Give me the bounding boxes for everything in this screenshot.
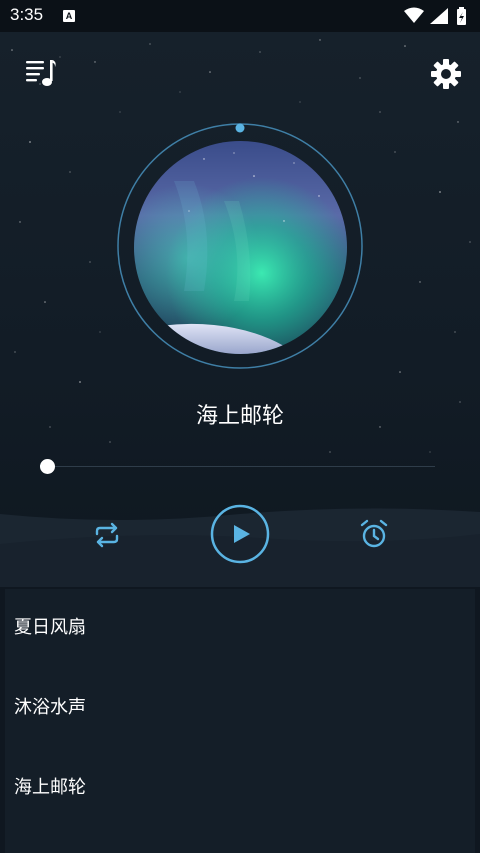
wifi-icon: [404, 7, 424, 23]
signal-icon: [430, 8, 448, 24]
progress-thumb[interactable]: [40, 459, 56, 474]
play-button[interactable]: [210, 504, 270, 564]
progress-track: [40, 466, 435, 467]
system-status-icons: [404, 7, 466, 25]
player-panel: 海上邮轮: [0, 32, 480, 587]
track-list-item[interactable]: 夏日风扇: [5, 598, 475, 658]
track-list-item[interactable]: 海上邮轮: [5, 758, 475, 818]
status-bar: 3:35 A: [0, 0, 480, 32]
now-playing-title: 海上邮轮: [195, 404, 284, 429]
notification-icon: A: [63, 10, 75, 22]
track-list: 夏日风扇 沐浴水声 海上邮轮: [5, 589, 475, 853]
album-disc: [115, 121, 365, 371]
playlist-button[interactable]: [24, 58, 58, 88]
status-time: 3:35: [10, 5, 44, 24]
sleep-timer-button[interactable]: [358, 518, 390, 550]
album-art-aurora: [134, 141, 347, 354]
progress-slider[interactable]: [40, 457, 435, 477]
settings-gear-button[interactable]: [430, 58, 462, 90]
track-list-item[interactable]: 沐浴水声: [5, 678, 475, 738]
battery-icon: [457, 7, 466, 25]
repeat-button[interactable]: [92, 520, 122, 550]
play-icon: [234, 525, 250, 543]
disc-progress-dot: [235, 123, 245, 133]
